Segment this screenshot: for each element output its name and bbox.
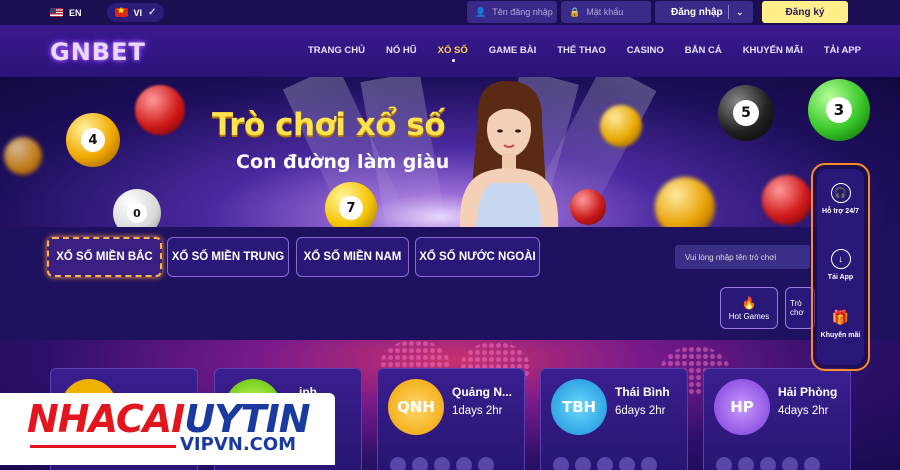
lottery-name: Hải Phòng [778,385,838,399]
tab-mien-bac[interactable]: XỔ SỐ MIỀN BẮC [47,237,162,277]
vn-flag-icon [114,6,128,17]
support-button[interactable]: 🎧 Hỗ trợ 24/7 [817,183,864,216]
watermark-underline [30,445,176,448]
language-en-label: EN [69,7,82,18]
number-row [553,457,663,470]
main-navbar: GNBET TRANG CHỦ NỔ HŨ XỔ SỐ GAME BÀI THỂ… [0,25,900,77]
number-row [716,457,826,470]
lottery-logo: HP [714,379,770,435]
download-icon: ↓ [830,249,851,269]
tab-nuoc-ngoai[interactable]: XỔ SỐ NƯỚC NGOÀI [415,237,540,277]
flame-icon: 🔥 [741,295,757,310]
support-label: Hỗ trợ 24/7 [822,208,859,215]
watermark-logo: NHACAIUYTIN VIPVN.COM [0,393,335,465]
divider [728,5,729,19]
user-icon: 👤 [475,6,487,17]
lottery-ball-icon: 5 [718,85,774,141]
nav-item-xo-so[interactable]: XỔ SỐ [437,45,468,62]
hot-games-tile[interactable]: 🔥 Hot Games [720,287,778,329]
lottery-ball-icon [600,105,642,147]
promotion-button[interactable]: 🎁 Khuyến mãi [817,307,864,340]
lottery-ball-icon [135,85,185,135]
gnbet-logo[interactable]: GNBET [50,38,146,66]
lottery-card[interactable]: TBH Thái Bình 6days 2hr [540,368,688,470]
download-app-label: Tải App [827,274,854,281]
nav-item-xo-so-label: XỔ SỐ [437,45,468,56]
page: EN VI ✓ 👤 Tên đăng nhập 🔒 Mật khẩu Đăng … [0,0,900,470]
nav-item-casino[interactable]: CASINO [627,45,664,56]
lottery-logo: QNH [388,379,444,435]
username-placeholder: Tên đăng nhập [492,7,553,17]
watermark-domain: VIPVN.COM [180,434,297,455]
headset-icon: 🎧 [830,183,851,203]
nav-item-tai-app[interactable]: TẢI APP [824,45,861,56]
watermark-part1: NHACAI [27,397,185,441]
lottery-ball-icon [762,175,812,225]
hot-games-label: Hot Games [728,311,770,321]
nav-item-trang-chu[interactable]: TRANG CHỦ [308,45,365,56]
search-placeholder: Vui lòng nhập tên trò chơi [685,252,777,262]
lottery-ball-icon [570,189,606,225]
lottery-ball-icon [655,177,715,227]
nav-item-ban-ca[interactable]: BẮN CÁ [685,45,722,56]
active-indicator-dot [451,59,455,62]
promotion-label: Khuyến mãi [820,332,861,339]
nav-menu: TRANG CHỦ NỔ HŨ XỔ SỐ GAME BÀI THỂ THAO … [308,45,882,62]
nav-item-the-thao[interactable]: THỂ THAO [557,45,606,56]
lottery-logo: TBH [551,379,607,435]
game-search-input[interactable]: Vui lòng nhập tên trò chơi [675,245,810,269]
language-vi[interactable]: VI ✓ [106,3,165,22]
lottery-tabs-section: XỔ SỐ MIỀN BẮC XỔ SỐ MIỀN TRUNG XỔ SỐ MI… [0,227,900,340]
tab-mien-nam[interactable]: XỔ SỐ MIỀN NAM [296,237,409,277]
side-panel-inner: 🎧 Hỗ trợ 24/7 ↓ Tải App 🎁 Khuyến mãi [817,169,864,365]
password-placeholder: Mật khẩu [586,7,624,17]
nav-item-no-hu[interactable]: NỔ HŨ [386,45,417,56]
lottery-time: 6days 2hr [615,405,666,417]
chevron-down-icon[interactable]: ⌄ [736,7,744,18]
language-en[interactable]: EN [50,3,82,22]
lock-icon: 🔒 [569,6,581,17]
download-app-button[interactable]: ↓ Tải App [817,249,864,282]
check-icon: ✓ [148,7,157,18]
lottery-ball-icon: 3 [808,79,870,141]
tab-mien-trung[interactable]: XỔ SỐ MIỀN TRUNG [167,237,289,277]
number-row [390,457,500,470]
banner-title: Trò chơi xổ số [212,107,446,143]
lottery-ball-icon: 0 [113,189,161,227]
nav-item-game-bai[interactable]: GAME BÀI [489,45,537,56]
lottery-name: Quảng N... [452,385,512,399]
username-input[interactable]: 👤 Tên đăng nhập [467,1,557,23]
login-button[interactable]: Đăng nhập ⌄ [655,1,753,23]
register-button[interactable]: Đăng ký [762,1,848,23]
lottery-name: Thái Bình [615,385,670,399]
hero-banner: 4 0 7 5 3 Trò chơi xổ số Con đường làm g… [0,77,900,227]
lottery-ball-icon: 7 [325,182,377,227]
language-vi-label: VI [133,7,143,18]
login-label: Đăng nhập [671,6,723,18]
nav-item-khuyen-mai[interactable]: KHUYẾN MÃI [743,45,803,56]
lottery-card[interactable]: QNH Quảng N... 1days 2hr [377,368,525,470]
lottery-time: 4days 2hr [778,405,829,417]
password-input[interactable]: 🔒 Mật khẩu [561,1,651,23]
floating-side-panel: 🎧 Hỗ trợ 24/7 ↓ Tải App 🎁 Khuyến mãi [811,163,870,371]
lottery-ball-icon [4,137,42,175]
lottery-time: 1days 2hr [452,405,503,417]
lottery-ball-icon: 4 [66,113,120,167]
banner-subtitle: Con đường làm giàu [236,151,450,173]
gift-icon: 🎁 [831,308,850,325]
model-photo [459,80,559,227]
us-flag-icon [50,8,63,17]
lottery-card[interactable]: HP Hải Phòng 4days 2hr [703,368,851,470]
